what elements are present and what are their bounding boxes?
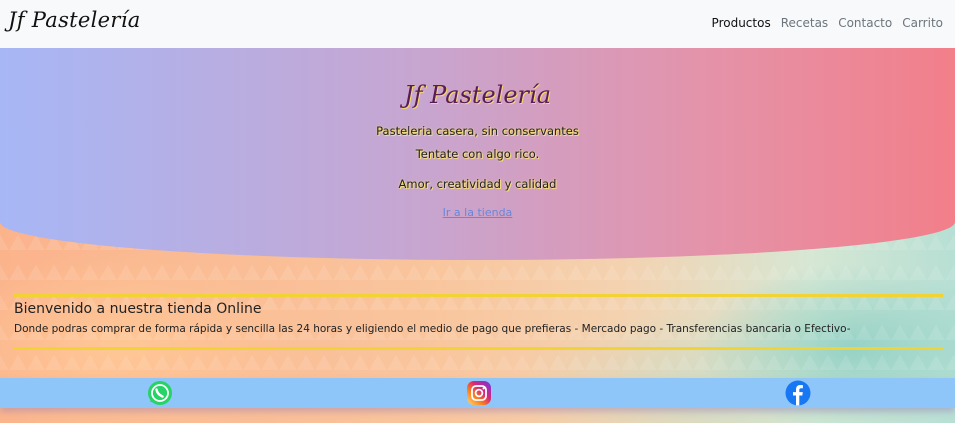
nav-item-carrito[interactable]: Carrito xyxy=(902,16,943,30)
top-divider xyxy=(14,294,943,297)
nav-item-contacto[interactable]: Contacto xyxy=(838,16,892,30)
bottom-divider xyxy=(14,347,943,350)
navbar: Jf Pastelería Productos Recetas Contacto… xyxy=(0,0,955,48)
shop-link[interactable]: Ir a la tienda xyxy=(0,206,955,219)
nav-item-recetas[interactable]: Recetas xyxy=(781,16,828,30)
instagram-icon[interactable] xyxy=(466,380,492,406)
hero-subtitle: Pasteleria casera, sin conservantes xyxy=(376,124,579,138)
welcome-heading: Bienvenido a nuestra tienda Online xyxy=(14,301,262,317)
welcome-section: Bienvenido a nuestra tienda Online Donde… xyxy=(14,294,943,350)
whatsapp-icon[interactable] xyxy=(147,380,173,406)
hero-tagline: Tentate con algo rico. xyxy=(415,147,540,161)
nav-menu: Productos Recetas Contacto Carrito xyxy=(712,16,943,30)
hero-banner: Jf Pastelería Pasteleria casera, sin con… xyxy=(0,48,955,260)
hero-values: Amor, creatividad y calidad xyxy=(398,177,557,191)
social-footer xyxy=(0,378,955,408)
welcome-text: Donde podras comprar de forma rápida y s… xyxy=(14,323,851,335)
nav-item-productos[interactable]: Productos xyxy=(712,16,771,30)
facebook-icon[interactable] xyxy=(785,380,811,406)
brand-logo[interactable]: Jf Pastelería xyxy=(8,8,141,32)
hero-title: Jf Pastelería xyxy=(403,81,551,109)
